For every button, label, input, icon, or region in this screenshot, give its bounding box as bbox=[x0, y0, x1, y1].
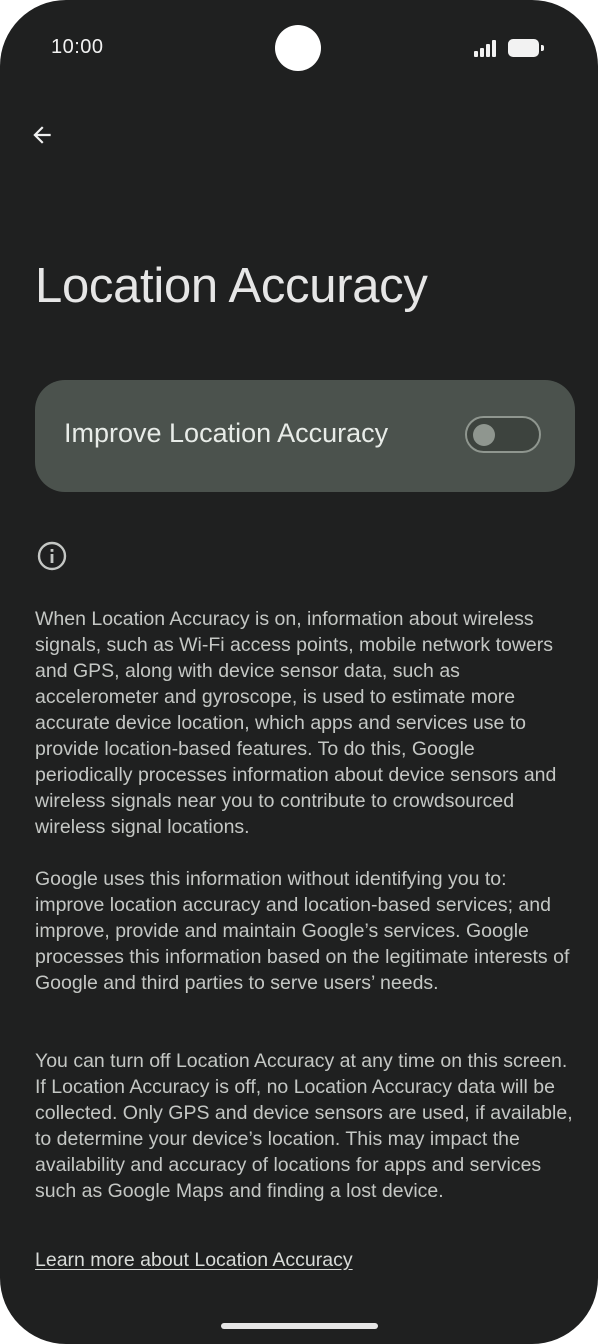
improve-location-accuracy-toggle-row[interactable]: Improve Location Accuracy bbox=[35, 380, 575, 492]
status-bar: 10:00 bbox=[0, 0, 598, 96]
info-paragraph-2: Google uses this information without ide… bbox=[35, 868, 570, 994]
learn-more-link[interactable]: Learn more about Location Accuracy bbox=[35, 1247, 353, 1273]
camera-cutout bbox=[275, 25, 321, 71]
home-indicator[interactable] bbox=[221, 1323, 378, 1329]
switch-thumb bbox=[473, 424, 495, 446]
phone-screen: 10:00 Location Accuracy Improve Location… bbox=[0, 0, 598, 1344]
location-accuracy-switch[interactable] bbox=[465, 416, 541, 453]
toggle-label: Improve Location Accuracy bbox=[64, 418, 389, 448]
info-icon bbox=[37, 541, 67, 571]
info-paragraph-1: When Location Accuracy is on, informatio… bbox=[35, 608, 557, 838]
info-paragraph-3: You can turn off Location Accuracy at an… bbox=[35, 1050, 573, 1202]
status-time: 10:00 bbox=[51, 36, 104, 58]
battery-icon bbox=[508, 39, 544, 57]
signal-icon bbox=[474, 39, 502, 57]
arrow-back-icon bbox=[33, 126, 51, 144]
back-button[interactable] bbox=[20, 113, 64, 157]
page-title: Location Accuracy bbox=[35, 259, 428, 313]
